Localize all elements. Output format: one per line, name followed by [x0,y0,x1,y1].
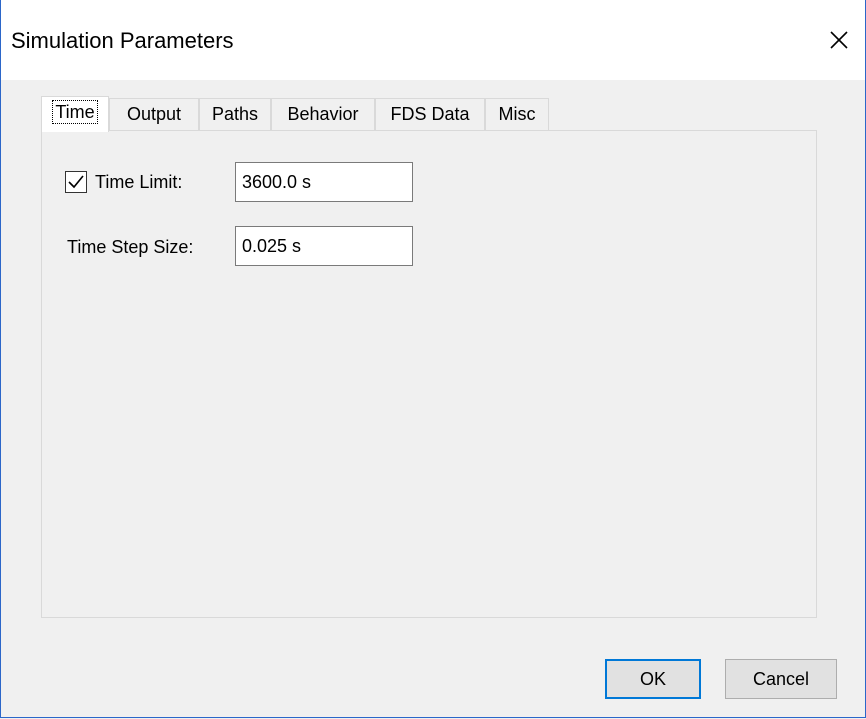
time-step-size-label: Time Step Size: [67,237,194,257]
close-icon[interactable] [825,26,853,54]
tab-output-label: Output [126,104,182,124]
tab-paths-label: Paths [211,104,259,124]
tab-misc-label: Misc [498,104,536,124]
title-bar: Simulation Parameters [1,0,865,80]
tab-time-label: Time [52,100,98,124]
time-limit-label: Time Limit: [95,172,183,192]
tab-fds-data-label: FDS Data [390,104,470,124]
ok-button[interactable]: OK [605,659,701,699]
tab-strip: Time Output Paths Behavior FDS Data Misc [41,96,561,132]
tab-behavior[interactable]: Behavior [271,98,375,130]
window-title: Simulation Parameters [11,28,234,53]
simulation-parameters-dialog: Simulation Parameters Time Output Paths … [0,0,866,718]
time-tab-panel [41,130,817,618]
tab-fds-data[interactable]: FDS Data [375,98,485,130]
tab-output[interactable]: Output [109,98,199,130]
checkmark-icon [68,175,84,189]
tab-misc[interactable]: Misc [485,98,549,130]
tab-paths[interactable]: Paths [199,98,271,130]
tab-behavior-label: Behavior [287,104,359,124]
cancel-button[interactable]: Cancel [725,659,837,699]
tab-time[interactable]: Time [41,96,109,132]
time-limit-field[interactable] [235,162,413,202]
time-step-size-field[interactable] [235,226,413,266]
time-limit-checkbox[interactable] [65,171,87,193]
